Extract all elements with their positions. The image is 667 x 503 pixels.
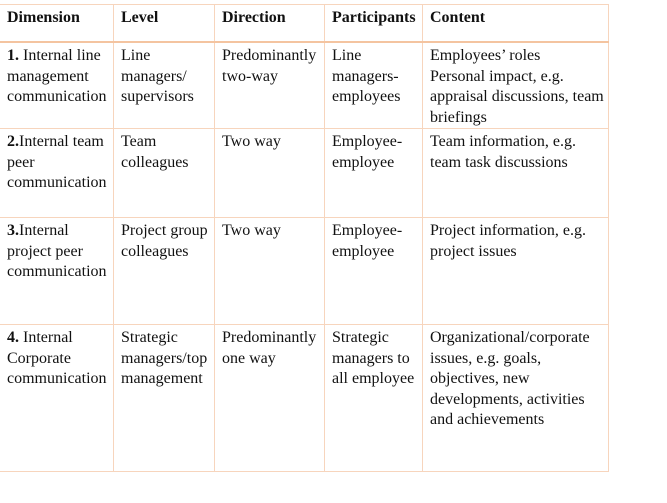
table-row: 2.Internal team peer communication Team … — [0, 128, 609, 218]
direction-cell: Predominantly one way — [214, 324, 325, 472]
content-line: Personal impact, e.g. appraisal discussi… — [430, 67, 604, 126]
dimension-number: 4. — [7, 329, 19, 346]
level-cell: Line managers/ supervisors — [113, 41, 215, 129]
level-cell: Team colleagues — [113, 128, 215, 218]
level-cell: Project group colleagues — [113, 217, 215, 325]
content-cell: Project information, e.g. project issues — [422, 217, 609, 325]
content-cell: Team information, e.g. team task discuss… — [422, 128, 609, 218]
dimension-cell: 3.Internal project peer communication — [0, 217, 114, 325]
table-row: 1. Internal line management communicatio… — [0, 41, 609, 129]
level-cell: Strategic managers/top management — [113, 324, 215, 472]
header-direction: Direction — [214, 4, 325, 43]
dimension-text: Internal project peer communication — [7, 222, 107, 280]
header-participants: Participants — [324, 4, 423, 43]
header-row: Dimension Level Direction Participants C… — [0, 4, 609, 43]
participants-cell: Employee-employee — [324, 217, 423, 325]
content-line: Employees’ roles — [430, 47, 541, 64]
dimension-text: Internal Corporate communication — [7, 329, 107, 387]
table-row: 4. Internal Corporate communication Stra… — [0, 324, 609, 472]
dimension-text: Internal line management communication — [7, 47, 107, 105]
participants-cell: Line managers-employees — [324, 41, 423, 129]
direction-cell: Two way — [214, 217, 325, 325]
header-dimension: Dimension — [0, 4, 114, 43]
dimension-cell: 1. Internal line management communicatio… — [0, 41, 114, 129]
dimension-cell: 4. Internal Corporate communication — [0, 324, 114, 472]
content-line: Project information, e.g. project issues — [430, 222, 586, 260]
dimension-text: Internal team peer communication — [7, 133, 107, 191]
dimension-cell: 2.Internal team peer communication — [0, 128, 114, 218]
content-line: Organizational/corporate issues, e.g. go… — [430, 329, 590, 428]
content-cell: Organizational/corporate issues, e.g. go… — [422, 324, 609, 472]
participants-cell: Strategic managers to all employee — [324, 324, 423, 472]
header-content: Content — [422, 4, 609, 43]
direction-cell: Two way — [214, 128, 325, 218]
dimension-number: 1. — [7, 47, 19, 64]
dimension-number: 2. — [7, 133, 19, 150]
participants-cell: Employee-employee — [324, 128, 423, 218]
dimension-number: 3. — [7, 222, 19, 239]
content-cell: Employees’ roles Personal impact, e.g. ap… — [422, 41, 609, 129]
communication-dimensions-table: Dimension Level Direction Participants C… — [0, 4, 609, 472]
header-level: Level — [113, 4, 215, 43]
table-row: 3.Internal project peer communication Pr… — [0, 217, 609, 325]
content-line: Team information, e.g. team task discuss… — [430, 133, 576, 171]
direction-cell: Predominantly two-way — [214, 41, 325, 129]
